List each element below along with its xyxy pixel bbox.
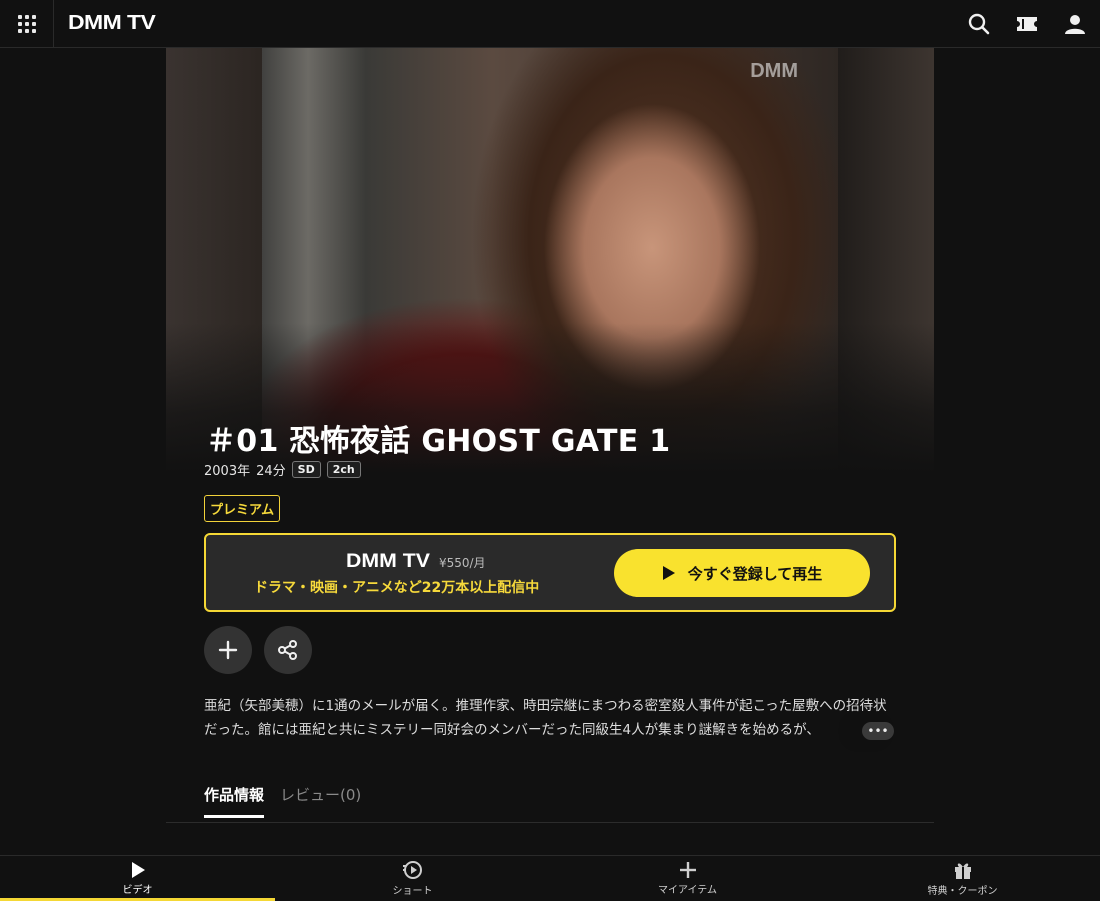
audio-badge: 2ch (326, 461, 361, 478)
play-icon (131, 862, 145, 878)
share-button[interactable] (264, 626, 312, 674)
menu-button[interactable] (0, 0, 54, 48)
promo-text: ドラマ・映画・アニメなど22万本以上配信中 (254, 580, 540, 596)
page-title: ＃01 恐怖夜話 GHOST GATE 1 (206, 424, 671, 459)
meta-row: 2003年 24分 SD 2ch (204, 460, 361, 479)
user-icon[interactable] (1062, 11, 1088, 37)
year: 2003年 (204, 464, 251, 479)
gift-icon (954, 863, 971, 879)
top-header: DMM TV (0, 0, 1100, 48)
tab-work-info[interactable]: 作品情報 (204, 784, 265, 818)
register-play-label: 今すぐ登録して再生 (687, 564, 823, 583)
promo-logo: DMM TV (346, 551, 430, 572)
hero-watermark: DMM (750, 60, 798, 82)
detail-content: DMM ＃01 恐怖夜話 GHOST GATE 1 2003年 24分 SD 2… (166, 48, 934, 823)
plus-icon (679, 862, 696, 878)
promo-logo-row: DMM TV ¥550/月 (346, 551, 486, 573)
more-button[interactable]: ••• (862, 722, 894, 740)
quality-badge: SD (291, 461, 321, 478)
nav-video-label: ビデオ (122, 885, 153, 896)
nav-short[interactable]: ショート (275, 856, 550, 901)
premium-badge: プレミアム (204, 495, 281, 522)
nav-coupons[interactable]: 特典・クーポン (825, 856, 1100, 901)
add-to-list-button[interactable] (204, 626, 252, 674)
nav-short-label: ショート (392, 886, 433, 897)
short-play-icon (402, 861, 422, 879)
nav-video[interactable]: ビデオ (0, 856, 275, 901)
nav-my-items-label: マイアイテム (658, 885, 717, 896)
header-icons (966, 0, 1088, 48)
tabs-divider (166, 822, 934, 823)
duration: 24分 (256, 464, 286, 479)
share-icon (278, 640, 297, 660)
nav-coupons-label: 特典・クーポン (927, 886, 998, 897)
play-icon (662, 566, 675, 580)
plus-icon (218, 640, 238, 660)
promo-box: DMM TV ¥550/月 ドラマ・映画・アニメなど22万本以上配信中 今すぐ登… (204, 533, 896, 612)
search-icon[interactable] (966, 11, 992, 37)
hero-thumbnail: DMM (166, 48, 934, 473)
dmm-tv-logo[interactable]: DMM TV (68, 12, 156, 35)
register-play-button[interactable]: 今すぐ登録して再生 (614, 549, 870, 597)
tabs: 作品情報 レビュー(0) (204, 784, 361, 818)
menu-grid-icon (17, 14, 36, 33)
nav-my-items[interactable]: マイアイテム (550, 856, 825, 901)
bottom-nav: ビデオ ショート マイアイテム 特典・クーポン (0, 855, 1100, 901)
tab-reviews[interactable]: レビュー(0) (280, 784, 361, 818)
promo-price: ¥550/月 (438, 556, 486, 570)
ticket-icon[interactable] (1014, 11, 1040, 37)
description: 亜紀（矢部美穂）に1通のメールが届く。推理作家、時田宗継にまつわる密室殺人事件が… (204, 698, 887, 738)
